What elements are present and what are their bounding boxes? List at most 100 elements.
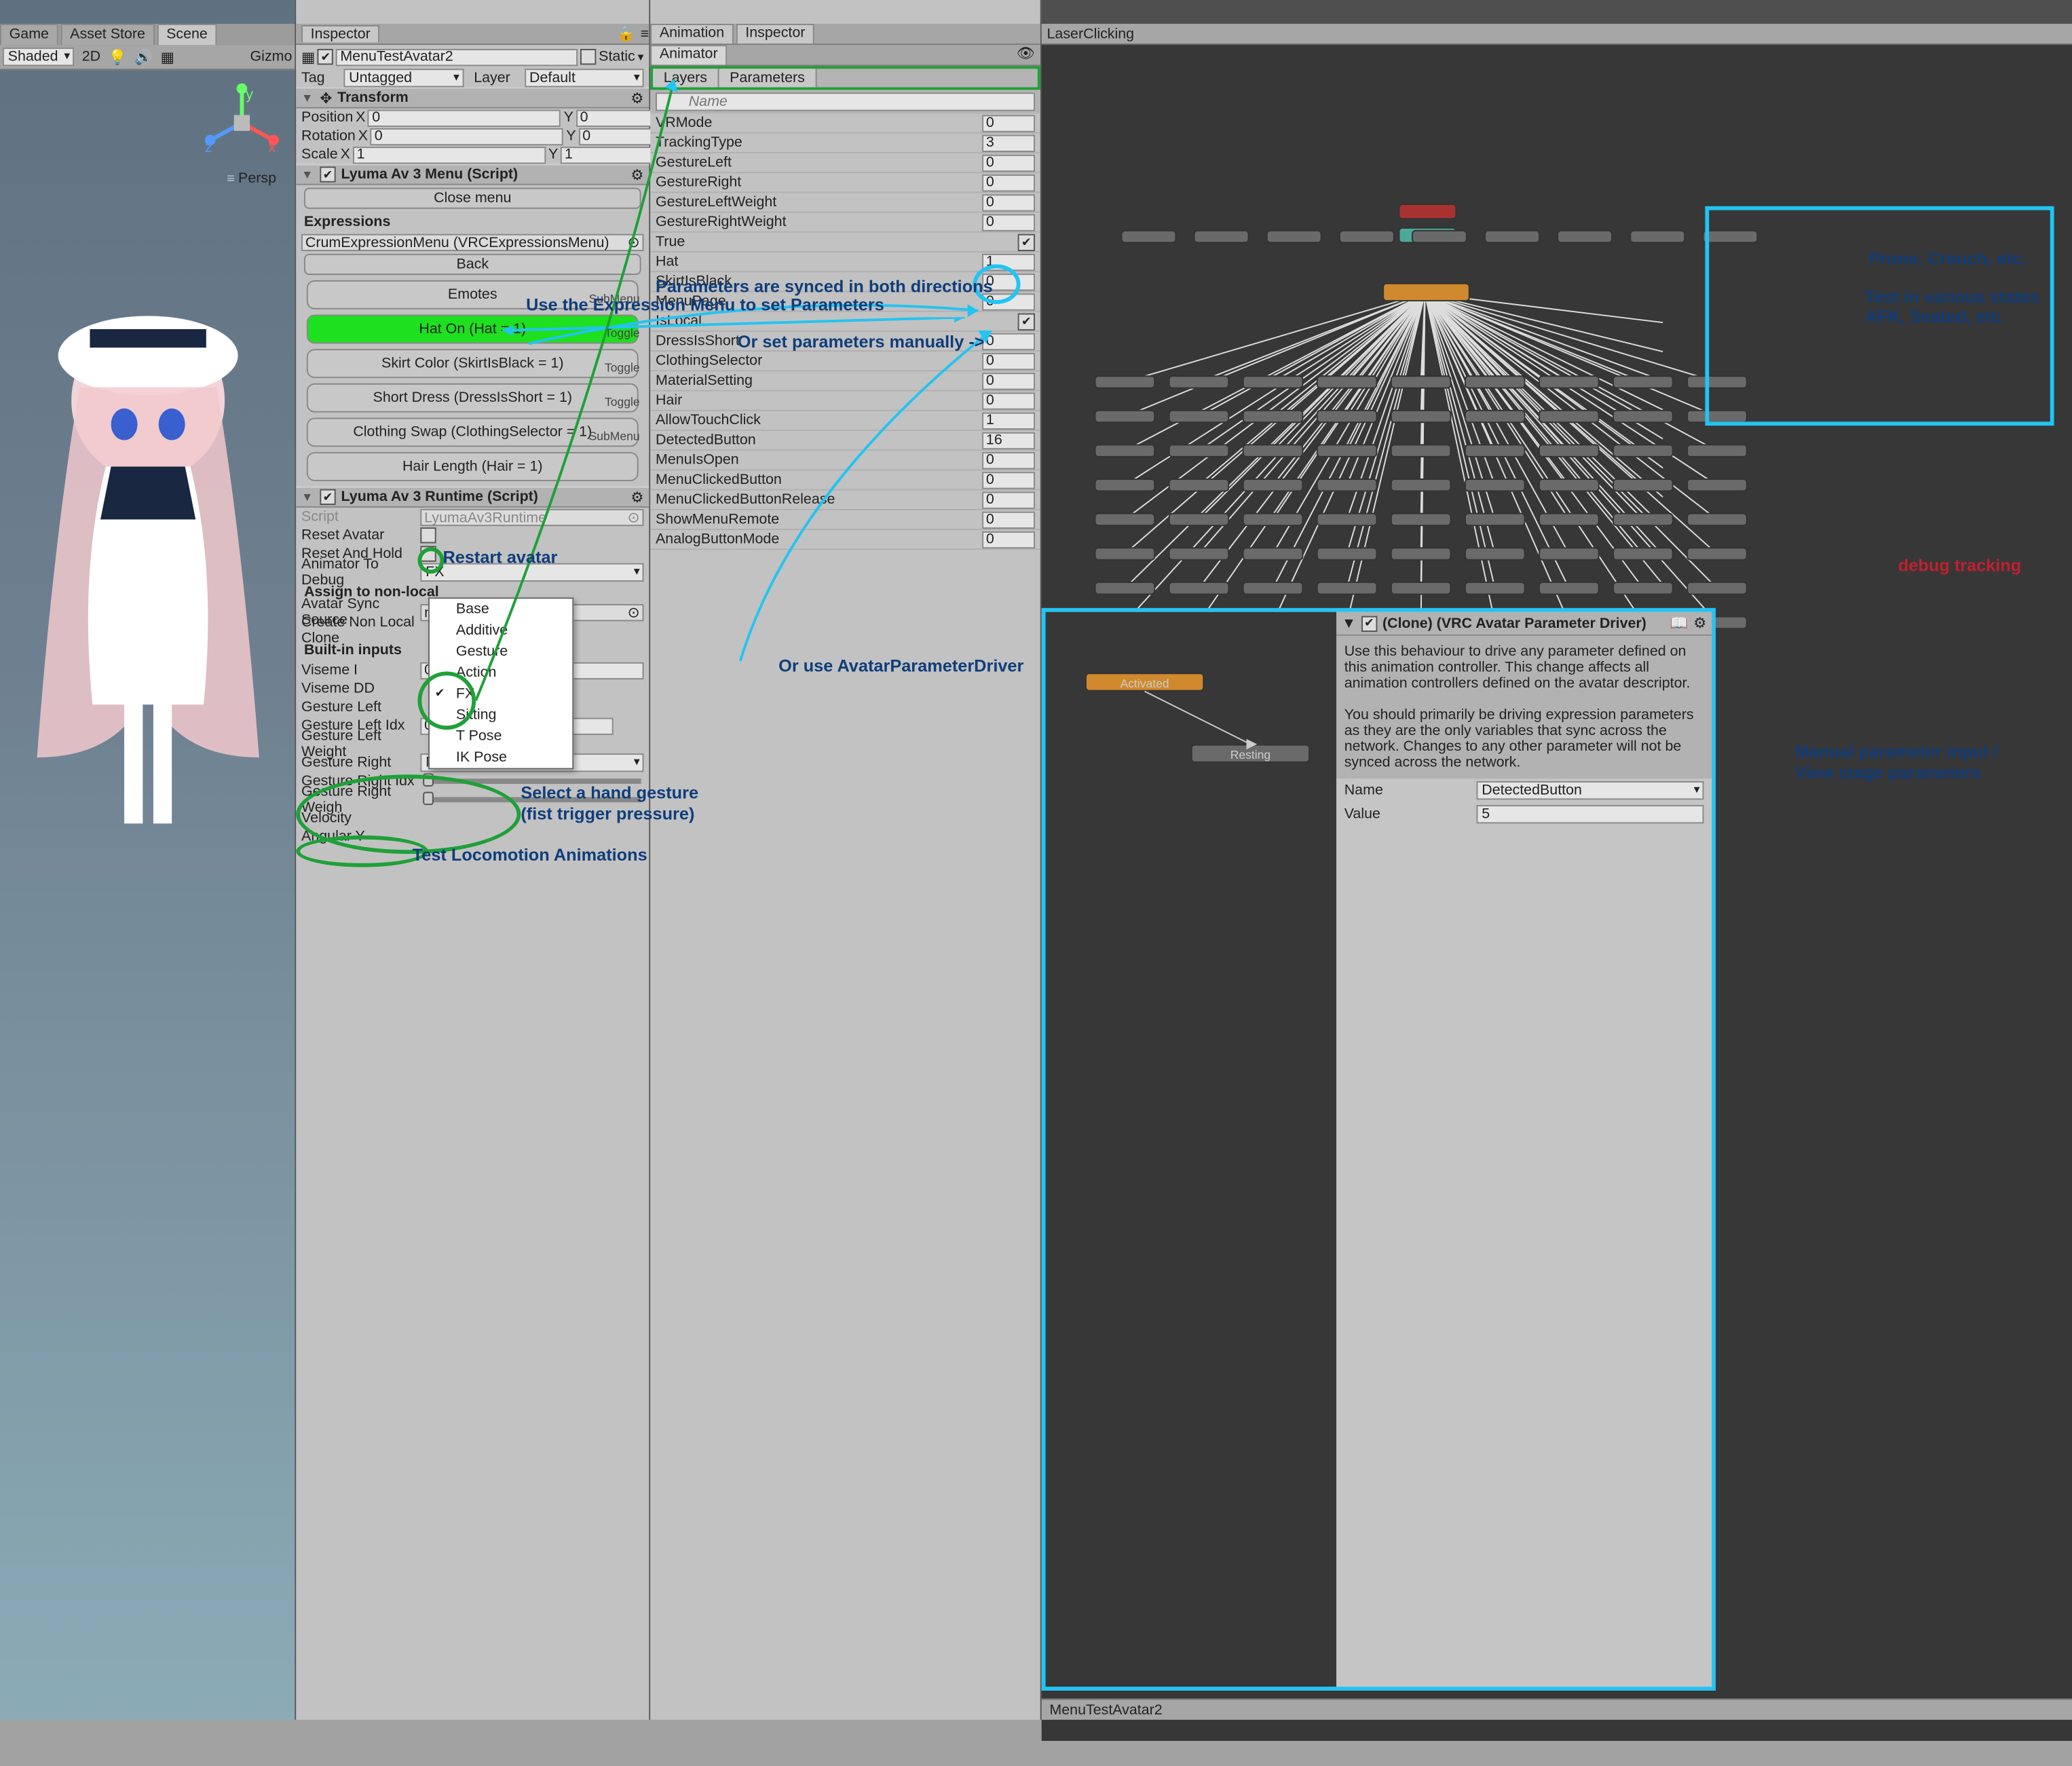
graph-node[interactable] [1687, 513, 1748, 526]
param-value-field[interactable] [982, 193, 1035, 210]
graph-node[interactable] [1687, 444, 1748, 457]
graph-node[interactable] [1613, 444, 1674, 457]
parameters-tab[interactable]: Parameters [719, 69, 817, 87]
graph-node[interactable] [1465, 478, 1526, 491]
graph-node[interactable] [1613, 478, 1674, 491]
graph-node[interactable] [1169, 582, 1230, 595]
param-driver-enabled-checkbox[interactable] [1361, 616, 1377, 631]
graph-node[interactable] [1465, 513, 1526, 526]
tab-game[interactable]: Game [0, 24, 58, 45]
graph-node[interactable] [1687, 582, 1748, 595]
graph-node[interactable] [1243, 375, 1304, 388]
graph-node[interactable] [1095, 513, 1156, 526]
graph-node[interactable] [1391, 410, 1452, 423]
graph-node[interactable] [1613, 375, 1674, 388]
param-search-input[interactable] [656, 92, 1035, 111]
graph-node[interactable] [1243, 410, 1304, 423]
close-menu-button[interactable]: Close menu [304, 188, 641, 209]
menu-item-skirt-color[interactable]: Skirt Color (SkirtIsBlack = 1)Toggle [307, 349, 639, 378]
graph-node[interactable] [1391, 478, 1452, 491]
popup-action[interactable]: Action [430, 662, 572, 683]
fx-icon[interactable]: ▦ [161, 48, 174, 65]
gizmos-label[interactable]: Gizmo [250, 49, 293, 64]
popup-fx[interactable]: FX [430, 683, 572, 704]
graph-node[interactable] [1243, 444, 1304, 457]
static-checkbox[interactable] [580, 49, 596, 64]
param-row-menuisopen[interactable]: MenuIsOpen [650, 451, 1040, 470]
component-menu-icon[interactable]: ⚙ [630, 166, 643, 183]
graph-node[interactable] [1630, 230, 1685, 243]
popup-sitting[interactable]: Sitting [430, 704, 572, 726]
graph-node[interactable] [1095, 547, 1156, 560]
graph-node[interactable] [1317, 513, 1378, 526]
param-row-true[interactable]: True [650, 233, 1040, 252]
param-checkbox[interactable] [1018, 233, 1035, 250]
node-default[interactable] [1382, 283, 1470, 301]
graph-node[interactable] [1243, 582, 1304, 595]
param-row-skirtisblack[interactable]: SkirtIsBlack [650, 272, 1040, 292]
tab-animation[interactable]: Animation [650, 24, 734, 43]
graph-node[interactable] [1557, 230, 1613, 243]
graph-node[interactable] [1687, 547, 1748, 560]
param-value-field[interactable] [982, 253, 1035, 270]
graph-node[interactable] [1243, 513, 1304, 526]
param-value-field[interactable] [982, 214, 1035, 231]
graph-node[interactable] [1539, 444, 1600, 457]
gesture-right-weight-slider[interactable] [423, 797, 641, 802]
shading-dropdown[interactable]: Shaded [3, 48, 74, 66]
component-menu-icon[interactable]: ⚙ [1693, 615, 1706, 632]
param-row-menuclickedbutton[interactable]: MenuClickedButton [650, 470, 1040, 490]
graph-node[interactable] [1095, 444, 1156, 457]
expression-menu-field[interactable]: CrumExpressionMenu (VRCExpressionsMenu) [301, 233, 643, 250]
pos-x[interactable] [368, 109, 561, 126]
param-value-field[interactable] [982, 293, 1035, 309]
graph-node[interactable] [1317, 375, 1378, 388]
graph-node[interactable] [1266, 230, 1322, 243]
param-row-showmenuremote[interactable]: ShowMenuRemote [650, 510, 1040, 530]
av3menu-enabled-checkbox[interactable] [320, 166, 335, 182]
audio-icon[interactable]: 🔊 [134, 48, 153, 65]
graph-node[interactable] [1317, 410, 1378, 423]
graph-node[interactable] [1539, 375, 1600, 388]
layer-dropdown[interactable]: Default [524, 69, 643, 87]
menu-item-hair-length[interactable]: Hair Length (Hair = 1) [307, 452, 639, 481]
param-row-clothingselector[interactable]: ClothingSelector [650, 352, 1040, 371]
param-row-allowtouchclick[interactable]: AllowTouchClick [650, 411, 1040, 431]
graph-node[interactable] [1613, 547, 1674, 560]
param-value-field[interactable] [982, 412, 1035, 429]
param-value-field[interactable] [982, 511, 1035, 528]
param-value-field[interactable] [982, 491, 1035, 508]
inspector-tab[interactable]: Inspector [301, 25, 379, 42]
param-value-field[interactable] [982, 451, 1035, 468]
param-row-islocal[interactable]: IsLocal [650, 312, 1040, 332]
param-row-hat[interactable]: Hat [650, 252, 1040, 272]
param-row-dressisshort[interactable]: DressIsShort [650, 332, 1040, 352]
param-value-field[interactable] [982, 134, 1035, 151]
graph-node[interactable] [1539, 410, 1600, 423]
graph-node[interactable] [1169, 513, 1230, 526]
reset-avatar-checkbox[interactable] [420, 527, 436, 543]
panel-lock-icon[interactable]: 🔒 [617, 25, 635, 42]
layers-tab[interactable]: Layers [653, 69, 719, 87]
popup-gesture[interactable]: Gesture [430, 641, 572, 662]
rot-x[interactable] [371, 128, 563, 145]
param-row-menuclickedbuttonrelease[interactable]: MenuClickedButtonRelease [650, 491, 1040, 510]
param-row-analogbuttonmode[interactable]: AnalogButtonMode [650, 530, 1040, 550]
graph-node[interactable] [1539, 478, 1600, 491]
param-value-field[interactable] [982, 174, 1035, 191]
graph-node[interactable] [1194, 230, 1249, 243]
mode-2d-toggle[interactable]: 2D [82, 49, 100, 64]
param-row-materialsetting[interactable]: MaterialSetting [650, 371, 1040, 391]
param-row-gesturerightweight[interactable]: GestureRightWeight [650, 213, 1040, 233]
graph-node[interactable] [1539, 582, 1600, 595]
param-value-field[interactable] [982, 471, 1035, 488]
graph-node[interactable] [1169, 410, 1230, 423]
param-row-hair[interactable]: Hair [650, 391, 1040, 411]
param-value-field[interactable] [982, 531, 1035, 548]
graph-node[interactable] [1465, 444, 1526, 457]
graph-node[interactable] [1169, 547, 1230, 560]
param-value-field[interactable] [982, 154, 1035, 171]
panel-menu-icon[interactable]: ≡ [641, 26, 649, 41]
param-row-gestureleft[interactable]: GestureLeft [650, 153, 1040, 173]
param-row-detectedbutton[interactable]: DetectedButton [650, 431, 1040, 451]
